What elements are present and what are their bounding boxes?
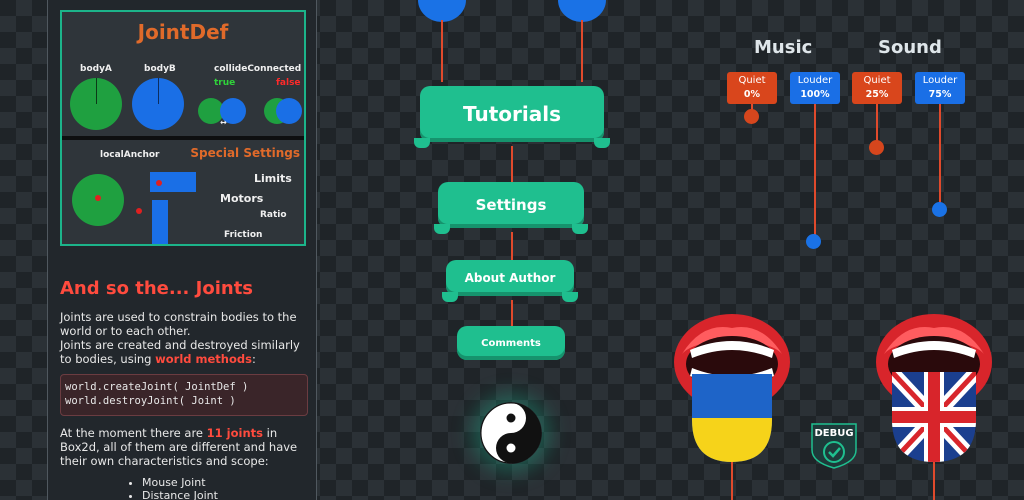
friction-label: Friction <box>224 230 263 240</box>
collide-false-label: false <box>276 78 301 88</box>
anchor-body-column <box>152 200 168 244</box>
sound-quiet-weight[interactable] <box>869 140 884 155</box>
code-line-create: world.createJoint( JointDef ) <box>65 381 249 393</box>
music-quiet-button[interactable]: Quiet 0% <box>727 72 777 104</box>
music-quiet-value: 0% <box>743 89 761 100</box>
rope-middle-2 <box>511 232 513 260</box>
paragraph-3-text: At the moment there are <box>60 426 207 440</box>
ratio-label: Ratio <box>260 210 287 220</box>
bodyB-angle-line <box>158 78 159 104</box>
jointdef-title: JointDef <box>137 20 229 44</box>
jointdef-diagram: JointDef bodyA bodyB collideConnected tr… <box>60 10 306 246</box>
language-english-button[interactable] <box>874 312 994 500</box>
joints-paragraph-2: Joints are created and destroyed similar… <box>60 338 310 366</box>
music-louder-label: Louder <box>797 75 833 86</box>
bodyA-label: bodyA <box>80 64 112 74</box>
collide-arrows-icon: ↔ <box>220 118 227 127</box>
sound-title: Sound <box>878 37 942 58</box>
rope-middle-1 <box>511 146 513 182</box>
button-wing <box>562 292 578 302</box>
sound-louder-button[interactable]: Louder 75% <box>915 72 965 104</box>
special-settings-label: Special Settings <box>190 146 300 160</box>
menu-anchor-left[interactable] <box>418 0 466 22</box>
about-author-label: About Author <box>464 271 556 285</box>
music-louder-weight[interactable] <box>806 234 821 249</box>
world-methods-link[interactable]: world methods <box>155 352 252 366</box>
anchor-point-b <box>156 180 162 186</box>
anchor-point-c <box>136 208 142 214</box>
joints-paragraph-3: At the moment there are 11 joints in Box… <box>60 426 310 468</box>
sound-louder-rope <box>939 104 941 204</box>
bodyB-label: bodyB <box>144 64 176 74</box>
motors-label: Motors <box>220 192 264 205</box>
rope-right <box>581 20 583 82</box>
debug-toggle[interactable]: DEBUG <box>808 420 860 470</box>
yin-yang-icon[interactable] <box>480 402 542 464</box>
comments-label: Comments <box>481 337 541 349</box>
music-title: Music <box>754 37 813 58</box>
music-quiet-label: Quiet <box>738 75 766 86</box>
sound-louder-value: 75% <box>928 89 952 100</box>
joints-paragraph-1: Joints are used to constrain bodies to t… <box>60 310 297 338</box>
code-block: world.createJoint( JointDef ) world.dest… <box>60 374 308 416</box>
music-louder-button[interactable]: Louder 100% <box>790 72 840 104</box>
list-item: Mouse Joint <box>142 476 218 489</box>
diagram-divider <box>62 136 304 140</box>
anchor-point-a <box>95 195 101 201</box>
rope-middle-3 <box>511 300 513 326</box>
rope-left <box>441 20 443 82</box>
collide-connected-label: collideConnected <box>214 64 302 74</box>
sound-louder-label: Louder <box>922 75 958 86</box>
joints-heading: And so the... Joints <box>60 278 254 299</box>
joints-list: Mouse Joint Distance Joint <box>142 476 218 500</box>
button-wing <box>414 138 430 148</box>
sound-louder-weight[interactable] <box>932 202 947 217</box>
comments-button[interactable]: Comments <box>457 326 565 360</box>
about-author-button[interactable]: About Author <box>442 260 578 302</box>
local-anchor-label: localAnchor <box>100 150 160 160</box>
tutorials-label: Tutorials <box>463 102 561 126</box>
button-wing <box>572 224 588 234</box>
sound-quiet-button[interactable]: Quiet 25% <box>852 72 902 104</box>
collide-true-label: true <box>214 78 236 88</box>
paragraph-2-end: : <box>251 352 256 366</box>
music-louder-rope <box>814 104 816 236</box>
sound-quiet-label: Quiet <box>863 75 891 86</box>
code-line-destroy: world.destroyJoint( Joint ) <box>65 395 236 407</box>
collide-false-bodyB <box>276 98 302 124</box>
music-louder-value: 100% <box>800 89 830 100</box>
menu-anchor-right[interactable] <box>558 0 606 22</box>
sound-quiet-rope <box>876 104 878 142</box>
sound-quiet-value: 25% <box>865 89 889 100</box>
language-ukrainian-button[interactable] <box>672 312 792 500</box>
settings-label: Settings <box>475 196 547 214</box>
tutorials-button[interactable]: Tutorials <box>414 86 610 148</box>
settings-button[interactable]: Settings <box>434 182 588 234</box>
button-wing <box>442 292 458 302</box>
debug-label: DEBUG <box>814 428 853 439</box>
button-wing <box>434 224 450 234</box>
music-quiet-weight[interactable] <box>744 109 759 124</box>
limits-label: Limits <box>254 172 292 185</box>
button-wing <box>594 138 610 148</box>
bodyA-angle-line <box>96 78 97 104</box>
joints-count: 11 joints <box>206 426 263 440</box>
tutorial-panel[interactable]: JointDef bodyA bodyB collideConnected tr… <box>47 0 317 500</box>
list-item: Distance Joint <box>142 489 218 500</box>
